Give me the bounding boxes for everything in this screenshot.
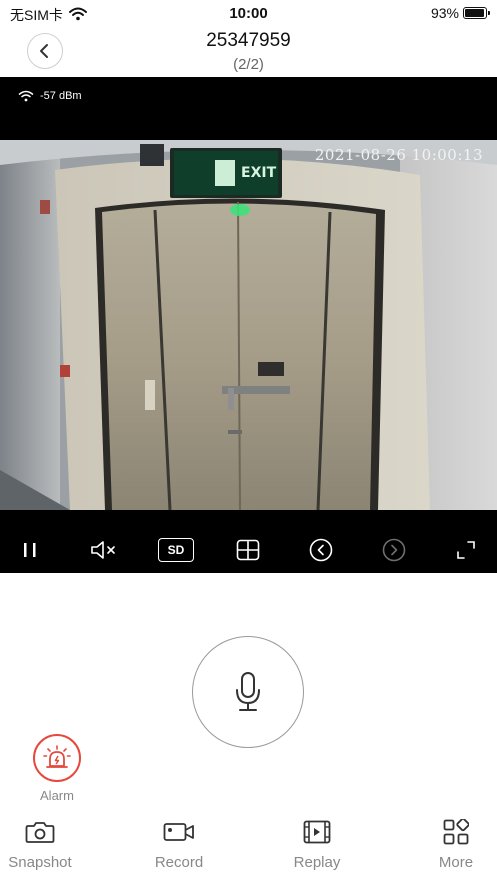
- tab-replay-label: Replay: [293, 854, 341, 871]
- tab-snapshot-label: Snapshot: [8, 854, 72, 871]
- status-right: 93%: [430, 5, 490, 21]
- exit-sign-text: EXIT: [241, 165, 277, 181]
- speaker-muted-icon: [91, 541, 115, 559]
- previous-button[interactable]: [309, 538, 333, 562]
- nav-bar: 25347959 (2/2): [0, 28, 497, 76]
- alarm-button[interactable]: Alarm: [33, 734, 81, 803]
- signal-indicator: -57 dBm: [18, 90, 82, 102]
- page-title: 25347959: [206, 30, 291, 51]
- fullscreen-button[interactable]: [454, 538, 478, 562]
- video-player[interactable]: -57 dBm EXIT 2021-08-26 10:00:13 SD: [0, 77, 497, 573]
- camera-icon: [25, 822, 55, 843]
- camera-feed-image: EXIT: [0, 140, 497, 510]
- microphone-icon: [236, 672, 260, 711]
- siren-icon: [43, 745, 71, 768]
- video-controls: SD: [0, 530, 497, 570]
- camera-feed[interactable]: EXIT 2021-08-26 10:00:13: [0, 140, 497, 510]
- talk-button[interactable]: [192, 636, 304, 748]
- prev-circle-icon: [309, 538, 333, 562]
- mute-button[interactable]: [90, 538, 120, 562]
- alarm-circle: [33, 734, 81, 782]
- quality-label: SD: [167, 543, 185, 557]
- battery-percent: 93%: [430, 5, 459, 21]
- tab-snapshot[interactable]: Snapshot: [0, 812, 90, 871]
- video-camera-icon: [163, 823, 194, 841]
- tab-record-label: Record: [154, 854, 204, 871]
- video-timestamp: 2021-08-26 10:00:13: [314, 146, 483, 164]
- alarm-label: Alarm: [40, 788, 74, 803]
- quality-sd-button[interactable]: SD: [158, 538, 194, 562]
- tab-replay[interactable]: Replay: [267, 812, 367, 871]
- battery-icon: [463, 7, 490, 19]
- status-bar: 无SIM卡 10:00 93%: [0, 0, 497, 28]
- tab-more[interactable]: More: [406, 812, 497, 871]
- next-circle-icon: [382, 538, 406, 562]
- tab-record[interactable]: Record: [129, 812, 229, 871]
- pause-button[interactable]: [18, 538, 42, 562]
- page-subtitle: (2/2): [233, 56, 264, 73]
- split-view-button[interactable]: [236, 538, 260, 562]
- tab-more-label: More: [438, 854, 474, 871]
- status-time: 10:00: [229, 5, 268, 22]
- next-button[interactable]: [382, 538, 406, 562]
- signal-strength: -57 dBm: [40, 90, 82, 102]
- film-play-icon: [303, 820, 331, 844]
- more-grid-icon: [443, 819, 469, 845]
- wifi-signal-icon: [18, 90, 34, 102]
- battery-fill: [465, 9, 484, 17]
- bottom-toolbar: Snapshot Record Replay More: [0, 812, 497, 883]
- fullscreen-icon: [457, 541, 475, 559]
- pause-icon: [24, 543, 36, 557]
- grid-icon: [236, 539, 260, 561]
